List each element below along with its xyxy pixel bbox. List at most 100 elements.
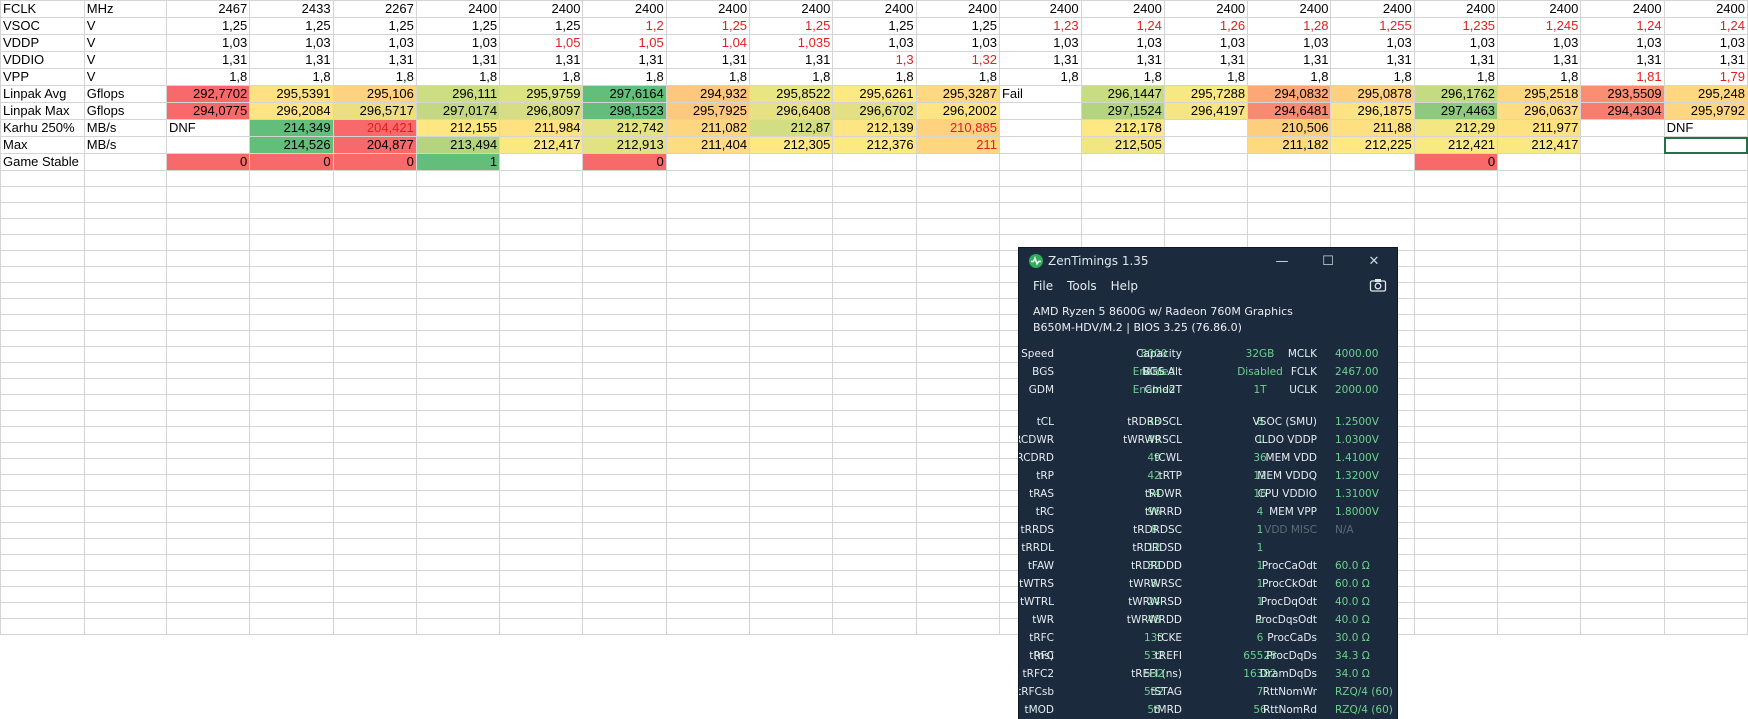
empty-cell[interactable] <box>1497 426 1582 443</box>
empty-cell[interactable] <box>1330 218 1415 235</box>
empty-cell[interactable] <box>332 186 417 203</box>
empty-cell[interactable] <box>1663 602 1748 619</box>
empty-cell[interactable] <box>1497 554 1582 571</box>
unit-cell[interactable]: Gflops <box>83 102 167 120</box>
empty-cell[interactable] <box>1413 442 1499 459</box>
empty-cell[interactable] <box>915 522 1000 539</box>
empty-cell[interactable] <box>249 330 334 347</box>
empty-cell[interactable] <box>582 378 667 395</box>
value-cell[interactable]: 1,8 <box>915 68 1000 86</box>
value-cell[interactable] <box>749 153 834 171</box>
empty-cell[interactable] <box>0 410 85 427</box>
empty-cell[interactable] <box>165 186 251 203</box>
value-cell[interactable]: 2400 <box>1247 0 1332 18</box>
empty-cell[interactable] <box>832 202 917 219</box>
empty-cell[interactable] <box>1663 618 1748 635</box>
empty-cell[interactable] <box>415 234 501 251</box>
empty-cell[interactable] <box>1663 522 1748 539</box>
empty-cell[interactable] <box>332 250 417 267</box>
value-cell[interactable]: 1,31 <box>249 51 334 69</box>
value-cell[interactable]: 1,31 <box>332 51 417 69</box>
empty-cell[interactable] <box>1413 266 1499 283</box>
value-cell[interactable]: 295,8522 <box>749 85 834 103</box>
empty-cell[interactable] <box>832 586 917 603</box>
empty-cell[interactable] <box>249 298 334 315</box>
unit-cell[interactable] <box>83 153 167 171</box>
value-cell[interactable]: 295,2518 <box>1497 85 1582 103</box>
empty-cell[interactable] <box>83 282 167 299</box>
empty-cell[interactable] <box>332 234 417 251</box>
empty-cell[interactable] <box>83 602 167 619</box>
value-cell[interactable]: 1,8 <box>499 68 584 86</box>
value-cell[interactable]: 214,349 <box>249 119 334 137</box>
empty-cell[interactable] <box>1663 538 1748 555</box>
empty-cell[interactable] <box>1247 170 1332 187</box>
value-cell[interactable]: 1,25 <box>415 17 501 35</box>
value-cell[interactable]: 296,1447 <box>1080 85 1165 103</box>
value-cell[interactable]: 1,03 <box>1663 34 1748 52</box>
empty-cell[interactable] <box>582 362 667 379</box>
empty-cell[interactable] <box>665 410 751 427</box>
empty-cell[interactable] <box>83 458 167 475</box>
value-cell[interactable]: 212,505 <box>1080 136 1165 154</box>
empty-cell[interactable] <box>0 186 85 203</box>
value-cell[interactable]: 0 <box>1413 153 1499 171</box>
empty-cell[interactable] <box>0 170 85 187</box>
value-cell[interactable]: 211 <box>915 136 1000 154</box>
empty-cell[interactable] <box>165 362 251 379</box>
row-label-cell[interactable]: Game Stable <box>0 153 85 171</box>
value-cell[interactable]: 1,035 <box>749 34 834 52</box>
title-bar[interactable]: ZenTimings 1.35 — ☐ ✕ <box>1019 248 1397 274</box>
empty-cell[interactable] <box>165 506 251 523</box>
empty-cell[interactable] <box>1413 586 1499 603</box>
value-cell[interactable]: 1,8 <box>832 68 917 86</box>
empty-cell[interactable] <box>832 506 917 523</box>
value-cell[interactable]: 211,182 <box>1247 136 1332 154</box>
empty-cell[interactable] <box>915 538 1000 555</box>
empty-cell[interactable] <box>1413 394 1499 411</box>
empty-cell[interactable] <box>0 586 85 603</box>
empty-cell[interactable] <box>165 202 251 219</box>
empty-cell[interactable] <box>915 378 1000 395</box>
value-cell[interactable]: 1,31 <box>665 51 751 69</box>
value-cell[interactable]: 212,29 <box>1413 119 1499 137</box>
empty-cell[interactable] <box>415 218 501 235</box>
empty-cell[interactable] <box>332 218 417 235</box>
value-cell[interactable]: 1,03 <box>1163 34 1249 52</box>
empty-cell[interactable] <box>1580 346 1665 363</box>
empty-cell[interactable] <box>415 586 501 603</box>
empty-cell[interactable] <box>415 314 501 331</box>
empty-cell[interactable] <box>1580 490 1665 507</box>
empty-cell[interactable] <box>832 442 917 459</box>
empty-cell[interactable] <box>665 298 751 315</box>
empty-cell[interactable] <box>915 170 1000 187</box>
empty-cell[interactable] <box>165 618 251 635</box>
empty-cell[interactable] <box>832 362 917 379</box>
empty-cell[interactable] <box>332 490 417 507</box>
empty-cell[interactable] <box>1580 362 1665 379</box>
value-cell[interactable]: 295,9792 <box>1663 102 1748 120</box>
value-cell[interactable]: 210,885 <box>915 119 1000 137</box>
empty-cell[interactable] <box>749 458 834 475</box>
empty-cell[interactable] <box>1163 202 1249 219</box>
empty-cell[interactable] <box>165 458 251 475</box>
empty-cell[interactable] <box>1580 474 1665 491</box>
empty-cell[interactable] <box>915 218 1000 235</box>
empty-cell[interactable] <box>332 506 417 523</box>
value-cell[interactable]: 2400 <box>1580 0 1665 18</box>
empty-cell[interactable] <box>249 234 334 251</box>
empty-cell[interactable] <box>165 234 251 251</box>
empty-cell[interactable] <box>915 282 1000 299</box>
empty-cell[interactable] <box>915 186 1000 203</box>
empty-cell[interactable] <box>332 522 417 539</box>
empty-cell[interactable] <box>499 218 584 235</box>
value-cell[interactable]: 2400 <box>582 0 667 18</box>
empty-cell[interactable] <box>749 426 834 443</box>
empty-cell[interactable] <box>998 218 1082 235</box>
empty-cell[interactable] <box>1413 218 1499 235</box>
empty-cell[interactable] <box>582 218 667 235</box>
empty-cell[interactable] <box>998 202 1082 219</box>
empty-cell[interactable] <box>582 602 667 619</box>
empty-cell[interactable] <box>83 522 167 539</box>
empty-cell[interactable] <box>1580 186 1665 203</box>
